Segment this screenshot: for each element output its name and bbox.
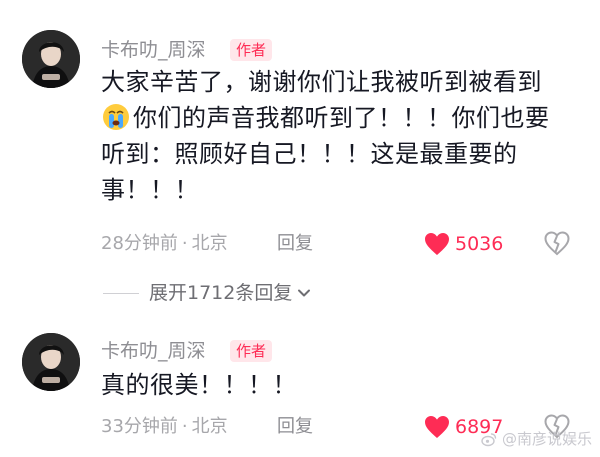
expand-replies-button[interactable]: 展开1712条回复 (103, 281, 312, 305)
comment-line-with-emoji: 你们的声音我都听到了！！！你们也要 (101, 100, 581, 136)
heart-icon[interactable] (424, 232, 450, 256)
reply-button[interactable]: 回复 (277, 415, 313, 439)
timestamp: 33分钟前 (101, 416, 178, 437)
expand-replies-label: 展开1712条回复 (149, 282, 293, 304)
timestamp: 28分钟前 (101, 233, 178, 254)
comment-line: 你们的声音我都听到了！！！你们也要 (133, 104, 550, 132)
comment-line: 真的很美！！！！ (101, 371, 297, 399)
heart-icon[interactable] (424, 415, 450, 439)
reply-button[interactable]: 回复 (277, 232, 313, 256)
like-count: 5036 (455, 233, 504, 255)
username[interactable]: 卡布叻_周深 (101, 38, 206, 62)
weibo-logo-icon (481, 431, 497, 447)
author-badge: 作者 (230, 340, 273, 362)
location: 北京 (191, 233, 228, 254)
avatar[interactable] (22, 30, 80, 88)
separator-dot: · (181, 233, 188, 254)
comment-meta: 33分钟前 · 北京 (101, 415, 228, 439)
author-badge: 作者 (230, 39, 273, 61)
username[interactable]: 卡布叻_周深 (101, 339, 206, 363)
separator-dot: · (181, 416, 188, 437)
divider-line (103, 292, 139, 294)
chevron-down-icon (296, 285, 312, 301)
dislike-icon[interactable] (544, 231, 570, 257)
watermark-text: @南彦说娱乐 (501, 430, 592, 448)
crying-emoji-icon (101, 102, 131, 132)
comment-line: 事！！！ (101, 176, 199, 204)
avatar[interactable] (22, 333, 80, 391)
comment-line: 大家辛苦了，谢谢你们让我被听到被看到 (101, 68, 542, 96)
watermark: @南彦说娱乐 (481, 429, 592, 449)
comment-line: 听到：照顾好自己！！！这是最重要的 (101, 140, 518, 168)
comment-text: 大家辛苦了，谢谢你们让我被听到被看到 你们的声音我都听到了！！！你们也要 听到：… (101, 64, 581, 208)
comment-meta: 28分钟前 · 北京 (101, 232, 228, 256)
location: 北京 (191, 416, 228, 437)
comment-text: 真的很美！！！！ (101, 367, 581, 403)
